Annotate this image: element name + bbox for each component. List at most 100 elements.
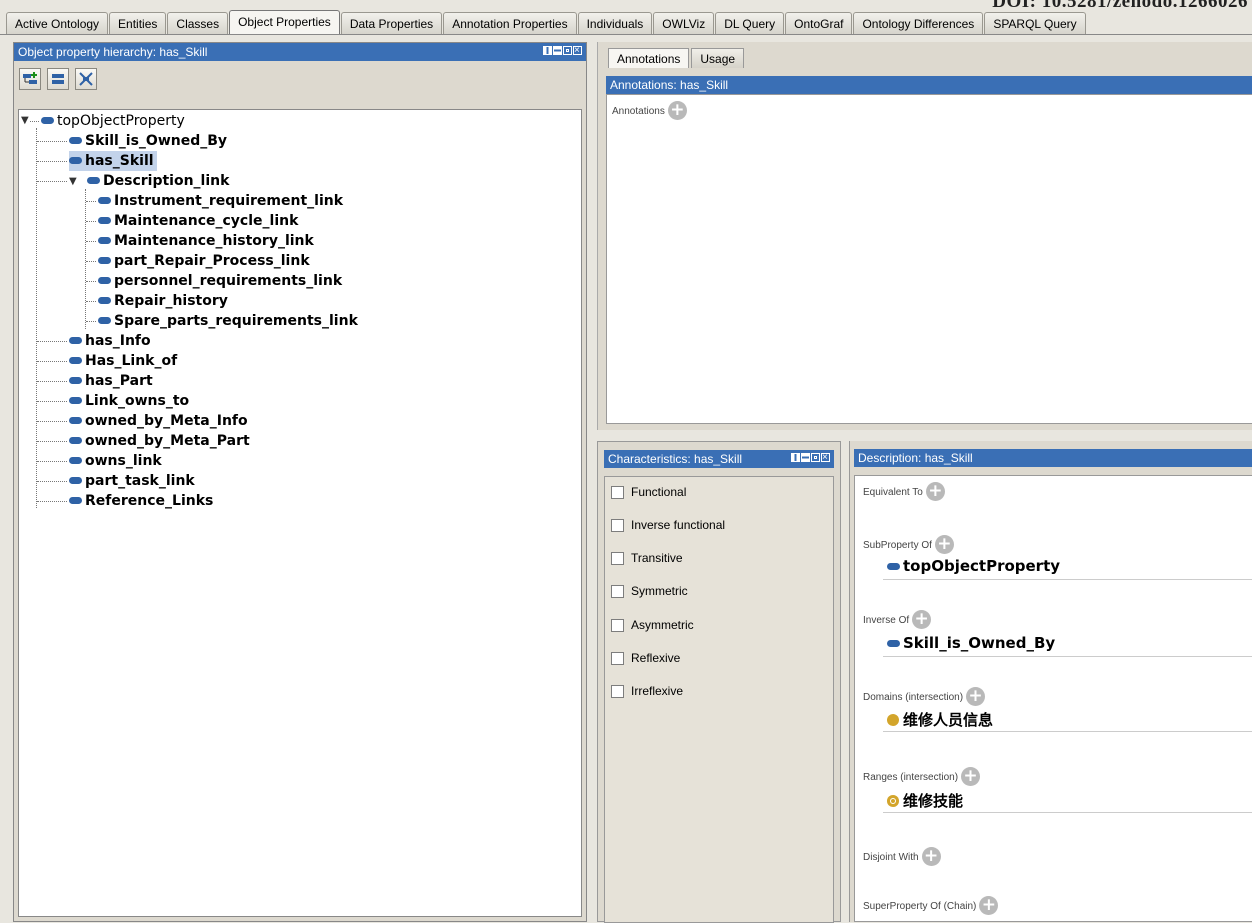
characteristic-irreflexive[interactable]: Irreflexive: [611, 682, 683, 700]
add-annotation-icon[interactable]: +: [667, 101, 687, 120]
tree-node-part-task-link[interactable]: part_task_link: [69, 471, 195, 491]
subproperty-of-value[interactable]: topObjectProperty: [887, 557, 1060, 575]
tree-connector: [86, 281, 96, 282]
close-view-icon[interactable]: [821, 449, 830, 467]
symmetric-checkbox[interactable]: [611, 584, 624, 598]
characteristics-header-title: Characteristics: has_Skill: [608, 452, 743, 466]
reflexive-checkbox[interactable]: [611, 651, 624, 665]
tab-annotation-properties[interactable]: Annotation Properties: [443, 12, 577, 34]
node-label: owned_by_Meta_Info: [85, 413, 248, 429]
tree-connector: [30, 121, 39, 122]
object-property-icon: [69, 457, 82, 464]
inverse-functional-checkbox[interactable]: [611, 518, 624, 532]
functional-checkbox[interactable]: [611, 485, 624, 499]
split-horizontal-icon[interactable]: [801, 453, 810, 462]
tree-node-has-link-of[interactable]: Has_Link_of: [69, 351, 177, 371]
object-property-icon: [98, 237, 111, 244]
tree-node-instrument-requirement-link[interactable]: Instrument_requirement_link: [98, 191, 343, 211]
expand-toggle-icon[interactable]: ▼: [69, 176, 77, 187]
tree-connector: [37, 401, 67, 402]
tree-node-skill-is-owned-by[interactable]: Skill_is_Owned_By: [69, 131, 227, 151]
node-label: has_Info: [85, 333, 151, 349]
tab-ontograf[interactable]: OntoGraf: [785, 12, 853, 34]
delete-property-button[interactable]: [75, 68, 97, 90]
tab-data-properties[interactable]: Data Properties: [340, 12, 443, 34]
inverse-value-label: Skill_is_Owned_By: [903, 634, 1056, 652]
characteristic-transitive[interactable]: Transitive: [611, 549, 683, 567]
range-value[interactable]: 维修技能: [887, 790, 963, 811]
tree-node-has-skill[interactable]: has_Skill: [69, 151, 157, 171]
split-vertical-icon[interactable]: [543, 46, 552, 55]
add-inverse-icon[interactable]: +: [912, 610, 932, 629]
tree-connector: [37, 341, 67, 342]
tab-usage[interactable]: Usage: [691, 48, 745, 68]
class-icon: [887, 714, 899, 726]
tab-active-ontology[interactable]: Active Ontology: [6, 12, 109, 34]
split-horizontal-icon[interactable]: [553, 46, 562, 55]
close-view-icon[interactable]: [573, 42, 582, 60]
split-vertical-icon[interactable]: [791, 453, 800, 462]
characteristic-symmetric[interactable]: Symmetric: [611, 582, 688, 600]
float-view-icon[interactable]: [563, 46, 572, 55]
characteristics-body: Functional Inverse functional Transitive…: [604, 476, 834, 923]
tree-connector: [37, 161, 67, 162]
tab-sparql-query[interactable]: SPARQL Query: [984, 12, 1086, 34]
asymmetric-checkbox[interactable]: [611, 618, 624, 632]
tree-connector: [85, 189, 86, 329]
expand-toggle-icon[interactable]: ▼: [21, 115, 29, 126]
add-property-chain-icon[interactable]: +: [979, 896, 999, 915]
float-view-icon[interactable]: [811, 453, 820, 462]
range-value-label: 维修技能: [903, 792, 964, 810]
add-range-icon[interactable]: +: [961, 767, 981, 786]
add-superproperty-icon[interactable]: +: [934, 535, 954, 554]
tab-classes[interactable]: Classes: [167, 12, 229, 34]
tree-node-maintenance-history-link[interactable]: Maintenance_history_link: [98, 231, 314, 251]
tab-ontology-differences[interactable]: Ontology Differences: [853, 12, 984, 34]
tab-owlviz[interactable]: OWLViz: [653, 12, 715, 34]
tab-entities[interactable]: Entities: [109, 12, 167, 34]
characteristic-asymmetric[interactable]: Asymmetric: [611, 616, 694, 634]
tree-node-description-link[interactable]: Description_link: [87, 171, 229, 191]
characteristic-reflexive[interactable]: Reflexive: [611, 649, 680, 667]
add-sub-property-button[interactable]: [19, 68, 41, 90]
add-disjoint-icon[interactable]: +: [921, 847, 941, 866]
tree-connector: [37, 181, 67, 182]
transitive-checkbox[interactable]: [611, 551, 624, 565]
tab-annotations[interactable]: Annotations: [608, 48, 690, 68]
tree-node-spare-parts-requirements-link[interactable]: Spare_parts_requirements_link: [98, 311, 358, 331]
hierarchy-panel-title: Object property hierarchy: has_Skill: [18, 45, 208, 59]
add-domain-icon[interactable]: +: [966, 687, 986, 706]
tree-node-has-part[interactable]: has_Part: [69, 371, 153, 391]
annotations-body: Annotations +: [606, 94, 1252, 424]
object-property-icon: [69, 137, 82, 144]
characteristic-functional[interactable]: Functional: [611, 483, 686, 501]
tree-node-owned-by-meta-info[interactable]: owned_by_Meta_Info: [69, 411, 248, 431]
characteristic-label: Inverse functional: [631, 518, 726, 532]
object-property-icon: [41, 117, 54, 124]
tree-node-has-info[interactable]: has_Info: [69, 331, 151, 351]
tree-node-owned-by-meta-part[interactable]: owned_by_Meta_Part: [69, 431, 250, 451]
tree-node-topobjectproperty[interactable]: topObjectProperty: [41, 111, 185, 131]
node-label: Maintenance_history_link: [114, 233, 314, 249]
add-sibling-property-button[interactable]: [47, 68, 69, 90]
inverse-of-value[interactable]: Skill_is_Owned_By: [887, 634, 1055, 652]
tree-node-personnel-requirements-link[interactable]: personnel_requirements_link: [98, 271, 342, 291]
node-label: Reference_Links: [85, 493, 214, 509]
tree-node-part-repair-process-link[interactable]: part_Repair_Process_link: [98, 251, 310, 271]
inverse-of-label: Inverse Of: [863, 615, 910, 626]
tab-dl-query[interactable]: DL Query: [715, 12, 785, 34]
irreflexive-checkbox[interactable]: [611, 684, 624, 698]
object-property-icon: [98, 297, 111, 304]
tree-node-reference-links[interactable]: Reference_Links: [69, 491, 213, 511]
characteristic-inverse-functional[interactable]: Inverse functional: [611, 516, 725, 534]
node-label: has_Skill: [85, 153, 154, 169]
tree-node-maintenance-cycle-link[interactable]: Maintenance_cycle_link: [98, 211, 298, 231]
domains-label: Domains (intersection): [863, 692, 964, 703]
tree-node-owns-link[interactable]: owns_link: [69, 451, 162, 471]
tab-object-properties[interactable]: Object Properties: [229, 10, 340, 34]
domain-value[interactable]: 维修人员信息: [887, 709, 993, 730]
tree-node-repair-history[interactable]: Repair_history: [98, 291, 228, 311]
tab-individuals[interactable]: Individuals: [577, 12, 653, 34]
add-equivalent-icon[interactable]: +: [925, 482, 945, 501]
tree-node-link-owns-to[interactable]: Link_owns_to: [69, 391, 189, 411]
